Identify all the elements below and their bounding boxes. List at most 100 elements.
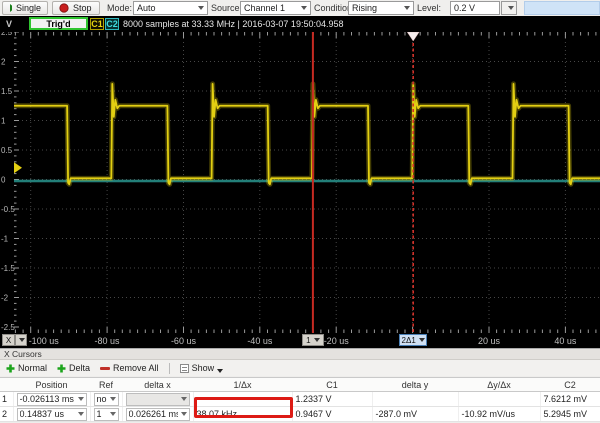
c2-value-2: 5.2945 mV	[540, 407, 600, 422]
annotation-highlight-box	[194, 397, 293, 418]
delta-x-select-2[interactable]: 0.026261 ms	[126, 408, 190, 421]
waveform-plot[interactable]: 2.521.510.50-0.5-1-1.5-2-2.5	[0, 32, 600, 333]
y-axis-tick-label: 1.5	[1, 87, 13, 96]
status-bar: V Trig'd C1 C2 8000 samples at 33.33 MHz…	[0, 16, 600, 32]
cursor-flag-1[interactable]: 1	[302, 334, 324, 346]
col-delta-y: delta y	[372, 378, 458, 392]
chevron-down-icon	[217, 369, 223, 373]
dy-dx-value-2: -10.92 mV/us	[458, 407, 540, 422]
trigger-status-badge: Trig'd	[29, 17, 88, 30]
stop-button[interactable]: Stop	[52, 1, 100, 15]
top-toolbar: Single Stop Mode: Auto Source: Channel 1…	[0, 0, 600, 16]
col-c2: C2	[540, 378, 600, 392]
channel2-badge[interactable]: C2	[105, 18, 119, 30]
cursor-flag-2[interactable]: 2Δ1	[399, 334, 427, 346]
delta-y-value-2: -287.0 mV	[372, 407, 458, 422]
show-menu-button[interactable]: Show	[180, 363, 224, 373]
list-icon	[180, 364, 189, 373]
y-axis-tick-label: 2	[1, 58, 6, 67]
chevron-down-icon	[19, 338, 25, 342]
row-number: 1	[0, 392, 13, 407]
stop-button-label: Stop	[73, 3, 92, 13]
y-axis-tick-label: -2.5	[1, 323, 15, 332]
y-axis-tick-label: 2.5	[1, 32, 13, 37]
col-position: Position	[13, 378, 90, 392]
mode-label: Mode:	[107, 3, 132, 13]
channel1-badge[interactable]: C1	[90, 18, 104, 30]
delta-y-value-1	[372, 392, 458, 407]
mode-select[interactable]: Auto	[133, 1, 208, 15]
x-axis-tick-label: -80 us	[87, 336, 127, 346]
single-button-label: Single	[16, 3, 41, 13]
table-header-row: Position Ref delta x 1/Δx C1 delta y Δy/…	[0, 378, 600, 392]
panel-title: X Cursors	[0, 349, 600, 360]
source-label: Source:	[211, 3, 242, 13]
x-axis-strip: X -100 us-80 us-60 us-40 us-20 us20 us40…	[0, 333, 600, 348]
oscilloscope-app: Single Stop Mode: Auto Source: Channel 1…	[0, 0, 600, 423]
row-number: 2	[0, 407, 13, 422]
condition-value: Rising	[352, 3, 401, 13]
remove-all-cursors-button[interactable]: Remove All	[100, 363, 159, 373]
remove-all-button-label: Remove All	[113, 363, 159, 373]
cursor-row-1: 1 -0.026113 ms none 1.2337 V 7.6212 mV	[0, 392, 600, 407]
col-delta-x: delta x	[122, 378, 193, 392]
y-axis-unit: V	[6, 19, 12, 29]
chevron-down-icon	[314, 338, 320, 342]
plus-icon	[6, 364, 15, 373]
chevron-down-icon	[110, 397, 116, 401]
position-select-2[interactable]: 0.14837 us	[17, 408, 87, 421]
y-axis-tick-label: -1.5	[1, 264, 15, 273]
chevron-down-icon	[198, 6, 204, 10]
x-axis-dropdown-button[interactable]	[15, 334, 27, 346]
add-delta-cursor-button[interactable]: Delta	[57, 363, 90, 373]
sample-info-text: 8000 samples at 33.33 MHz | 2016-03-07 1…	[123, 19, 344, 29]
toolbar-separator	[169, 363, 170, 374]
delta-x-select-1	[126, 393, 190, 406]
delta-button-label: Delta	[69, 363, 90, 373]
chevron-down-icon	[78, 397, 84, 401]
dy-dx-value-1	[458, 392, 540, 407]
c1-value-2: 0.9467 V	[292, 407, 372, 422]
condition-select[interactable]: Rising	[348, 1, 414, 15]
mode-value: Auto	[137, 3, 195, 13]
normal-button-label: Normal	[18, 363, 47, 373]
ref-select-1[interactable]: none	[94, 393, 119, 406]
chevron-down-icon	[110, 412, 116, 416]
add-normal-cursor-button[interactable]: Normal	[6, 363, 47, 373]
trigger-position-icon	[407, 32, 419, 41]
chevron-down-icon	[404, 6, 410, 10]
level-input[interactable]: 0.2 V	[450, 1, 500, 15]
c1-value-1: 1.2337 V	[292, 392, 372, 407]
chevron-down-icon	[78, 412, 84, 416]
plus-icon	[57, 364, 66, 373]
trigger-level-icon	[14, 162, 22, 173]
ref-select-2[interactable]: 1	[94, 408, 119, 421]
chevron-down-icon	[181, 412, 187, 416]
show-button-label: Show	[192, 363, 215, 373]
chevron-down-icon	[419, 338, 425, 342]
chevron-down-icon	[301, 6, 307, 10]
scope-display[interactable]: 2.521.510.50-0.5-1-1.5-2-2.5 X -100 us-8…	[0, 32, 600, 348]
x-axis-tick-label: -40 us	[240, 336, 280, 346]
cursors-toolbar: Normal Delta Remove All Show	[0, 360, 600, 376]
x-axis-tick-label: 20 us	[469, 336, 509, 346]
level-label: Level:	[417, 3, 441, 13]
source-value: Channel 1	[244, 3, 298, 13]
level-dropdown-button[interactable]	[501, 1, 517, 15]
single-button[interactable]: Single	[2, 1, 48, 15]
col-c1: C1	[292, 378, 372, 392]
y-axis-tick-label: 0	[1, 176, 6, 185]
y-axis-tick-label: 1	[1, 117, 6, 126]
x-axis-tick-label: -100 us	[29, 336, 59, 346]
col-dy-dx: Δy/Δx	[458, 378, 540, 392]
x-cursors-panel: X Cursors Normal Delta Remove All Show	[0, 348, 600, 423]
c2-value-1: 7.6212 mV	[540, 392, 600, 407]
source-select[interactable]: Channel 1	[240, 1, 311, 15]
x-axis-button[interactable]: X	[2, 334, 15, 346]
position-select-1[interactable]: -0.026113 ms	[17, 393, 87, 406]
col-inv-dx: 1/Δx	[193, 378, 292, 392]
x-axis-tick-label: 40 us	[545, 336, 585, 346]
x-axis-tick-label: -60 us	[163, 336, 203, 346]
y-axis-tick-label: -0.5	[1, 205, 15, 214]
stop-icon	[59, 3, 69, 13]
